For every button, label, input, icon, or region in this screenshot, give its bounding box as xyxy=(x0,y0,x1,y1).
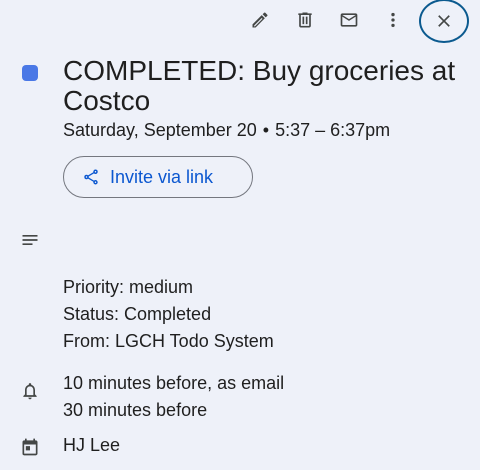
pencil-icon xyxy=(252,12,268,28)
event-datetime: Saturday, September 20 • 5:37 – 6:37pm xyxy=(63,120,390,141)
email-guests-button[interactable] xyxy=(331,2,367,38)
invite-via-link-button[interactable]: Invite via link xyxy=(63,156,253,198)
event-description: Priority: medium Status: Completed From:… xyxy=(63,274,274,355)
description-icon xyxy=(20,230,40,250)
share-icon xyxy=(84,169,98,185)
more-vert-icon xyxy=(391,12,395,28)
description-line: Status: Completed xyxy=(63,304,212,324)
bell-icon xyxy=(20,381,40,401)
close-button[interactable] xyxy=(419,0,469,43)
close-icon xyxy=(438,15,450,27)
edit-button[interactable] xyxy=(242,2,278,38)
calendar-owner: HJ Lee xyxy=(63,435,121,455)
calendar-icon xyxy=(20,437,40,457)
trash-icon xyxy=(298,12,312,28)
notification-item: 10 minutes before, as email xyxy=(63,373,285,393)
delete-button[interactable] xyxy=(287,2,323,38)
description-line: From: LGCH Todo System xyxy=(63,331,274,351)
mail-icon xyxy=(340,13,358,27)
event-title: COMPLETED: Buy groceries at Costco xyxy=(63,55,456,116)
event-notifications: 10 minutes before, as email 30 minutes b… xyxy=(63,370,284,424)
event-date: Saturday, September 20 xyxy=(63,120,257,140)
event-time: 5:37 – 6:37pm xyxy=(275,120,391,140)
event-color-chip xyxy=(22,65,38,81)
more-options-button[interactable] xyxy=(375,2,411,38)
notification-item: 30 minutes before xyxy=(63,400,208,420)
description-line: Priority: medium xyxy=(63,277,194,297)
separator-dot: • xyxy=(262,120,270,140)
event-toolbar xyxy=(0,0,480,44)
invite-label: Invite via link xyxy=(110,166,214,187)
